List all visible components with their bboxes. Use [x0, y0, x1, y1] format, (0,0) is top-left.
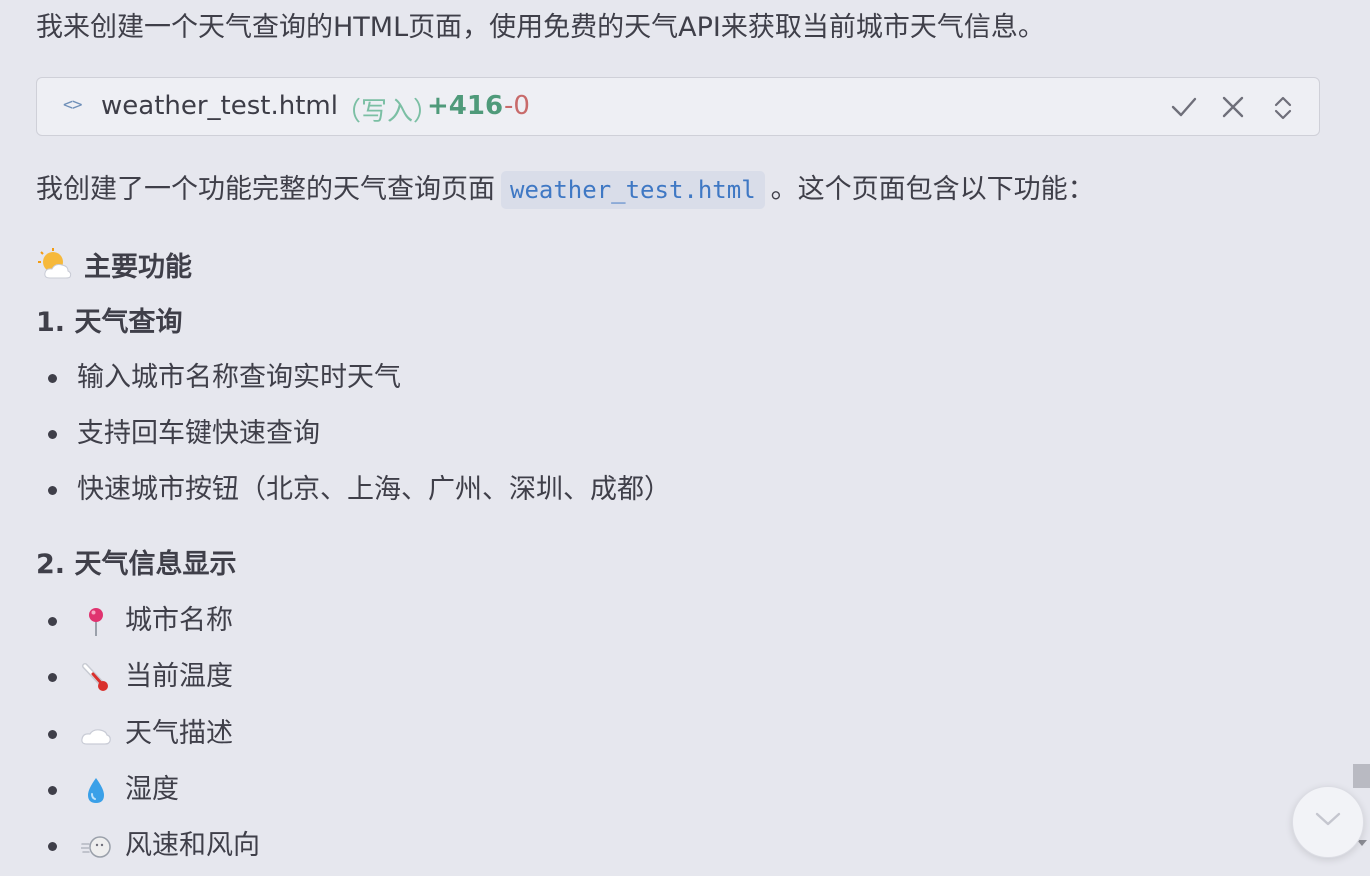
- file-name[interactable]: weather_test.html: [101, 91, 338, 121]
- cloud-icon: [81, 720, 111, 750]
- features-heading: 主要功能: [38, 248, 192, 287]
- thermometer-icon: [81, 663, 111, 693]
- summary-before: 我创建了一个功能完整的天气查询页面: [36, 174, 495, 205]
- summary-after: 。这个页面包含以下功能：: [770, 174, 1095, 205]
- list-item-text: 输入城市名称查询实时天气: [77, 362, 401, 393]
- accept-check-icon[interactable]: [1167, 90, 1201, 124]
- bullet-dot: [48, 786, 57, 795]
- write-mode-label: （写入）: [335, 97, 440, 127]
- droplet-icon: [81, 776, 111, 806]
- scroll-to-bottom-button[interactable]: [1292, 786, 1364, 858]
- reject-x-icon[interactable]: [1216, 90, 1250, 124]
- bullet-dot: [48, 374, 57, 383]
- intro-text: 我来创建一个天气查询的HTML页面，使用免费的天气API来获取当前城市天气信息。: [36, 12, 1045, 43]
- lines-removed-count: -0: [504, 91, 530, 121]
- bullet-dot: [48, 673, 57, 682]
- bullet-dot: [48, 617, 57, 626]
- wind-face-icon: [80, 832, 111, 862]
- bullet-dot: [48, 842, 57, 851]
- chat-message: 我来创建一个天气查询的HTML页面，使用免费的天气API来获取当前城市天气信息。…: [0, 0, 1370, 876]
- file-change-card[interactable]: <> weather_test.html （写入） +416 -0: [36, 77, 1320, 136]
- list-item-text: 快速城市按钮（北京、上海、广州、深圳、成都）: [77, 474, 671, 505]
- summary-text: 我创建了一个功能完整的天气查询页面 weather_test.html 。这个页面包…: [36, 170, 1095, 210]
- code-icon: <>: [63, 95, 83, 115]
- list-item-text: 湿度: [125, 774, 179, 805]
- inline-code-filename: weather_test.html: [501, 171, 765, 209]
- features-heading-text: 主要功能: [84, 252, 192, 283]
- sun-behind-cloud-icon: [38, 248, 72, 282]
- list-item-text: 支持回车键快速查询: [77, 418, 320, 449]
- bullet-dot: [48, 730, 57, 739]
- section-title-display: 2. 天气信息显示: [36, 549, 237, 580]
- bullet-dot: [48, 486, 57, 495]
- round-pushpin-icon: [81, 607, 111, 637]
- lines-added-count: +416: [427, 91, 504, 121]
- list-item-text: 风速和风向: [125, 830, 260, 861]
- list-item-text: 天气描述: [125, 718, 233, 749]
- bullet-dot: [48, 430, 57, 439]
- list-item-text: 城市名称: [125, 605, 233, 636]
- section-title-query: 1. 天气查询: [36, 307, 183, 338]
- chevron-down-icon: [1315, 812, 1341, 826]
- scrollbar-thumb[interactable]: [1353, 764, 1370, 788]
- list-item-text: 当前温度: [125, 661, 233, 692]
- expand-chevrons-icon[interactable]: [1266, 90, 1300, 124]
